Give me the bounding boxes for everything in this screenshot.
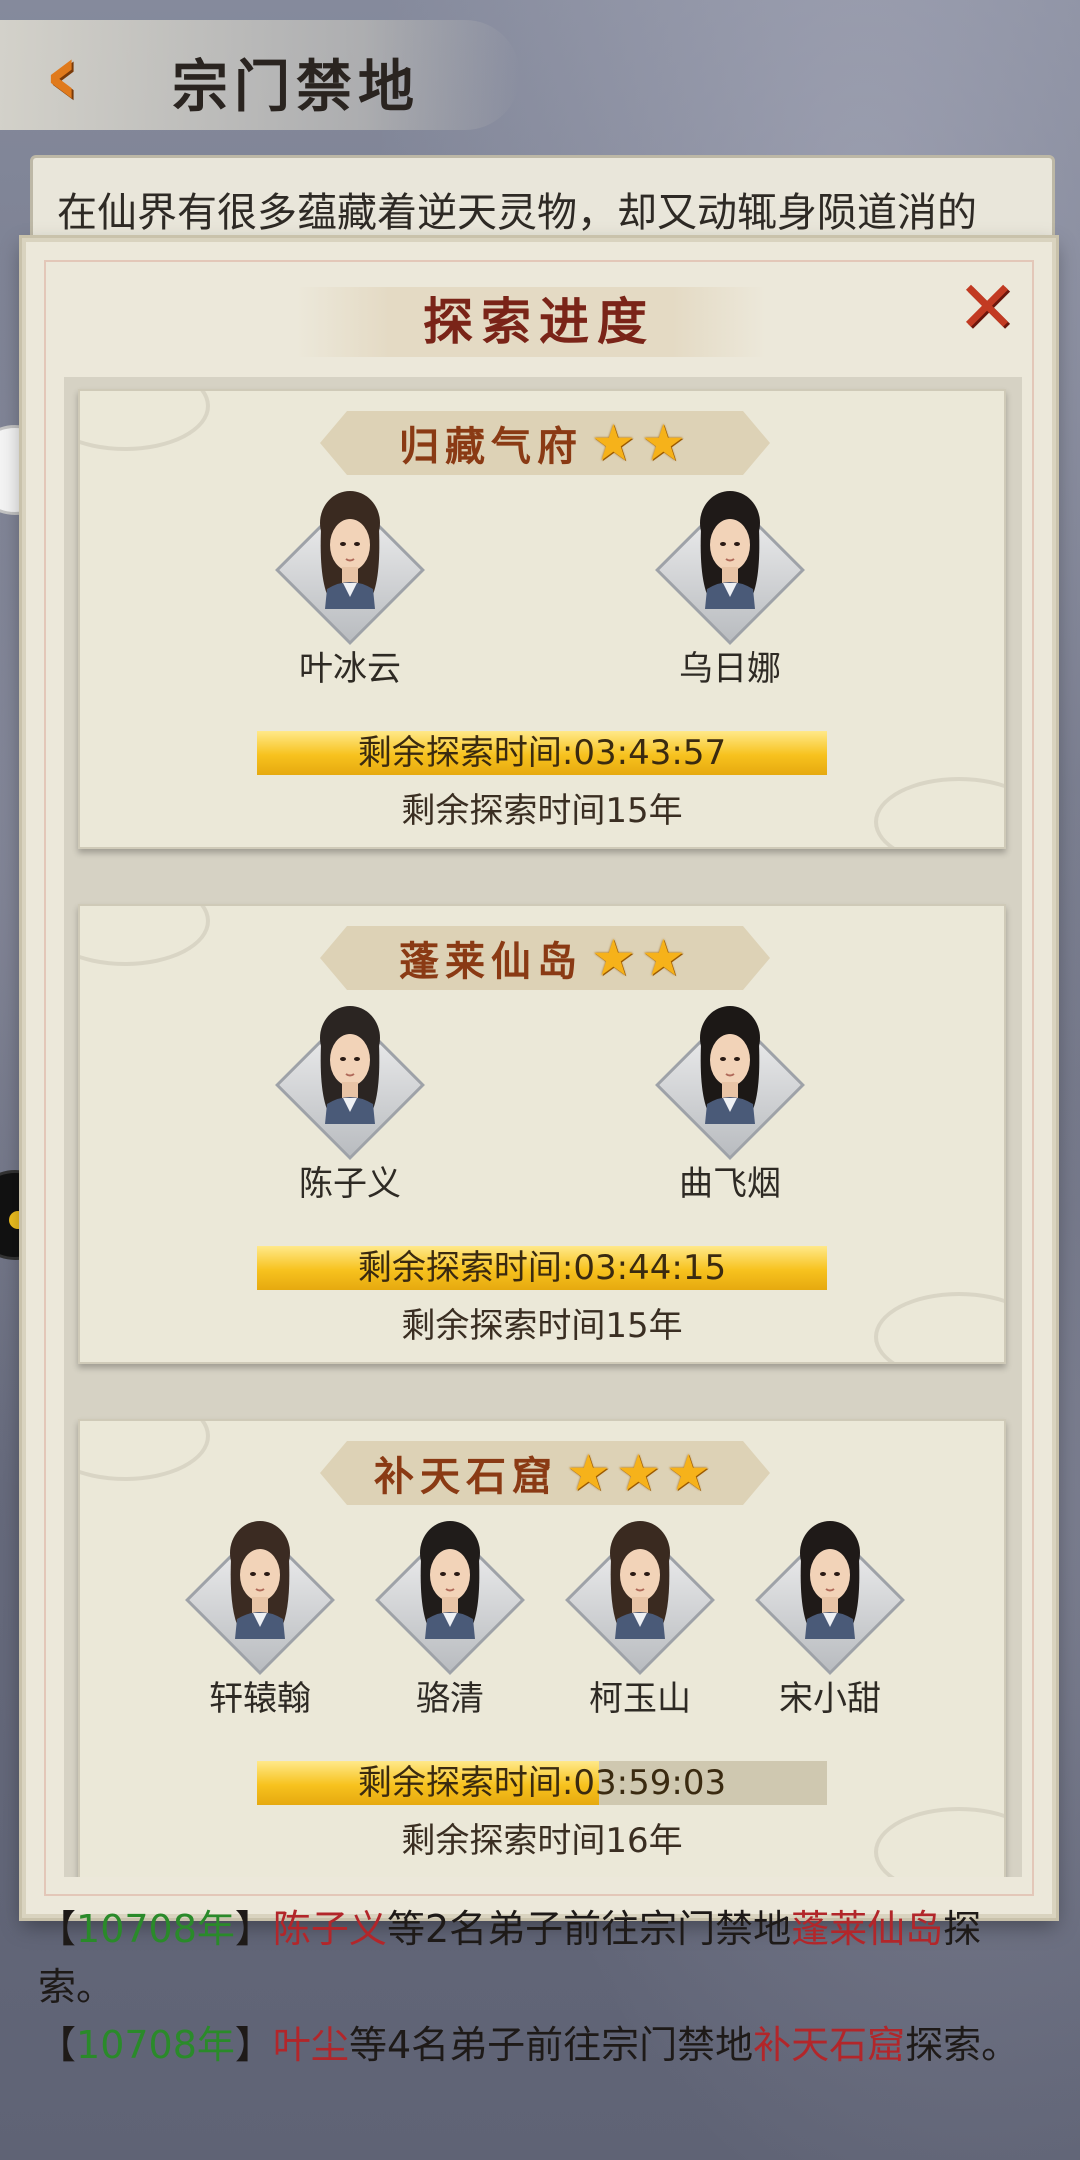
disciple-4[interactable]: 宋小甜	[750, 1521, 910, 1720]
log-message: 等2名弟子前往宗门禁地	[386, 1907, 792, 1951]
log-disciple-name: 陈子义	[272, 1907, 387, 1951]
avatar-face	[603, 1519, 677, 1639]
disciple-1[interactable]: 轩辕翰	[180, 1521, 340, 1720]
log-year: 10708年	[76, 2023, 235, 2067]
avatar-portrait	[700, 491, 760, 609]
star-icon: ★	[591, 414, 636, 472]
avatar-portrait	[230, 1521, 290, 1639]
avatar	[375, 1521, 525, 1675]
back-arrow-icon: ‹	[44, 25, 80, 125]
disciple-3[interactable]: 柯玉山	[560, 1521, 720, 1720]
timer-text: 剩余探索时间:03:43:57	[357, 733, 727, 773]
avatar	[275, 1006, 425, 1160]
location-title-banner: 归藏气府 ★ ★	[320, 411, 770, 475]
avatar-face	[313, 1004, 387, 1124]
disciple-name: 乌日娜	[679, 649, 781, 689]
exploration-progress-dialog: 探索进度 ✕ 归藏气府 ★ ★ 叶冰云 乌日娜 剩余探索时间:03:43:57 剩余探索时间…	[22, 238, 1056, 1918]
location-name: 归藏气府	[399, 423, 583, 470]
close-button[interactable]: ✕	[952, 265, 1022, 349]
disciple-name: 叶冰云	[299, 649, 401, 689]
avatar-face	[793, 1519, 867, 1639]
log-message-end: 探索。	[905, 2023, 1020, 2067]
disciple-name: 陈子义	[299, 1164, 401, 1204]
location-title-banner: 蓬莱仙岛 ★ ★	[320, 926, 770, 990]
timer-text: 剩余探索时间:03:59:03	[357, 1763, 727, 1803]
exploration-card: 蓬莱仙岛 ★ ★ 陈子义 曲飞烟 剩余探索时间:03:44:15 剩余探索时间15年	[78, 904, 1006, 1364]
disciple-name: 柯玉山	[589, 1679, 691, 1719]
disciple-1[interactable]: 叶冰云	[270, 491, 430, 690]
avatar-face	[223, 1519, 297, 1639]
location-name: 蓬莱仙岛	[399, 938, 583, 985]
disciple-2[interactable]: 乌日娜	[650, 491, 810, 690]
log-disciple-name: 叶尘	[272, 2023, 349, 2067]
disciple-name: 轩辕翰	[209, 1679, 311, 1719]
avatar	[565, 1521, 715, 1675]
star-icon: ★	[591, 929, 636, 987]
exploration-card: 补天石窟 ★ ★ ★ 轩辕翰 骆清 柯玉山 宋小甜 剩余探索时间:03:59:03 剩余探索时间1…	[78, 1419, 1006, 1877]
difficulty-stars: ★ ★ ★	[566, 1448, 716, 1498]
timer-text: 剩余探索时间:03:44:15	[357, 1248, 727, 1288]
difficulty-stars: ★ ★	[591, 933, 691, 983]
log-entry: 【10708年】陈子义等2名弟子前往宗门禁地蓬莱仙岛探索。	[38, 1900, 1048, 2016]
exploration-log: 【10708年】陈子义等2名弟子前往宗门禁地蓬莱仙岛探索。 【10708年】叶尘等…	[38, 1900, 1048, 2074]
disciple-2[interactable]: 骆清	[370, 1521, 530, 1720]
header: ‹ 宗门禁地	[0, 0, 1080, 150]
disciple-name: 骆清	[416, 1679, 484, 1719]
remaining-years: 剩余探索时间16年	[401, 1821, 683, 1861]
avatar-portrait	[320, 1006, 380, 1124]
avatar-face	[693, 489, 767, 609]
avatar	[185, 1521, 335, 1675]
disciple-name: 曲飞烟	[679, 1164, 781, 1204]
avatar-portrait	[610, 1521, 670, 1639]
log-bracket-open: 【	[38, 2023, 77, 2067]
location-title-banner: 补天石窟 ★ ★ ★	[320, 1441, 770, 1505]
exploration-list[interactable]: 归藏气府 ★ ★ 叶冰云 乌日娜 剩余探索时间:03:43:57 剩余探索时间15年 蓬莱仙岛…	[64, 377, 1022, 1877]
avatar-portrait	[700, 1006, 760, 1124]
disciple-name: 宋小甜	[779, 1679, 881, 1719]
log-bracket-close: 】	[234, 2023, 273, 2067]
log-year: 10708年	[76, 1907, 235, 1951]
log-bracket-close: 】	[234, 1907, 273, 1951]
avatar	[275, 491, 425, 645]
disciple-1[interactable]: 陈子义	[270, 1006, 430, 1205]
exploration-timer-bar: 剩余探索时间:03:44:15	[257, 1246, 827, 1290]
cloud-decoration	[80, 906, 210, 966]
location-name: 补天石窟	[374, 1453, 558, 1500]
remaining-years: 剩余探索时间15年	[401, 791, 683, 831]
log-entry: 【10708年】叶尘等4名弟子前往宗门禁地补天石窟探索。	[38, 2016, 1048, 2074]
disciple-2[interactable]: 曲飞烟	[650, 1006, 810, 1205]
log-location: 蓬莱仙岛	[791, 1907, 944, 1951]
star-icon: ★	[641, 414, 686, 472]
avatar	[655, 491, 805, 645]
star-icon: ★	[566, 1444, 611, 1502]
remaining-years: 剩余探索时间15年	[401, 1306, 683, 1346]
cloud-decoration	[80, 391, 210, 451]
avatar	[655, 1006, 805, 1160]
avatar	[755, 1521, 905, 1675]
log-bracket-open: 【	[38, 1907, 77, 1951]
avatar-face	[413, 1519, 487, 1639]
exploration-card: 归藏气府 ★ ★ 叶冰云 乌日娜 剩余探索时间:03:43:57 剩余探索时间15年	[78, 389, 1006, 849]
avatar-portrait	[420, 1521, 480, 1639]
star-icon: ★	[641, 929, 686, 987]
avatar-portrait	[320, 491, 380, 609]
log-message: 等4名弟子前往宗门禁地	[348, 2023, 754, 2067]
exploration-timer-bar: 剩余探索时间:03:43:57	[257, 731, 827, 775]
intro-text: 在仙界有很多蕴藏着逆天灵物，却又动辄身陨道消的	[30, 155, 1055, 250]
avatar-face	[693, 1004, 767, 1124]
difficulty-stars: ★ ★	[591, 418, 691, 468]
avatar-portrait	[800, 1521, 860, 1639]
back-button[interactable]: ‹	[22, 25, 102, 125]
avatar-face	[313, 489, 387, 609]
page-title: 宗门禁地	[172, 54, 420, 120]
dialog-title: 探索进度	[423, 292, 655, 351]
log-location: 补天石窟	[753, 2023, 906, 2067]
exploration-timer-bar: 剩余探索时间:03:59:03	[257, 1761, 827, 1805]
cloud-decoration	[80, 1421, 210, 1481]
star-icon: ★	[616, 1444, 661, 1502]
close-icon: ✕	[956, 265, 1018, 349]
star-icon: ★	[666, 1444, 711, 1502]
